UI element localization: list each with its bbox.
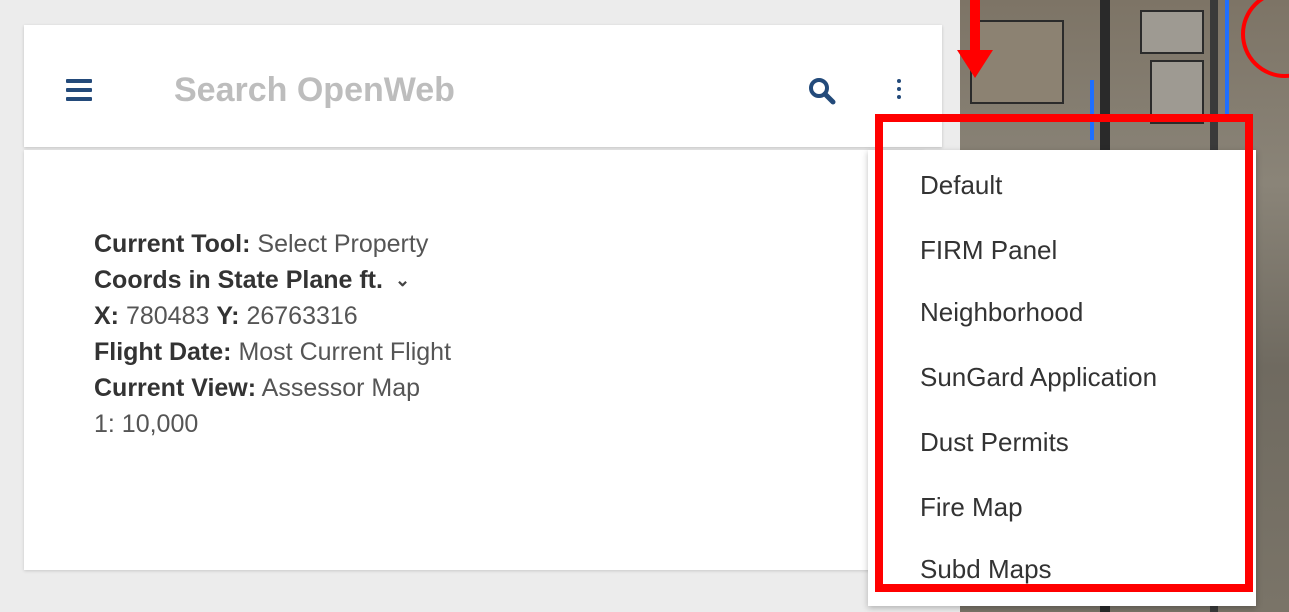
map-boundary: [1225, 0, 1229, 120]
flight-date-value: Most Current Flight: [238, 338, 452, 366]
xy-row: X: 780483 Y: 26763316: [94, 298, 451, 334]
search-input[interactable]: [172, 65, 776, 115]
coords-value: State Plane ft.: [217, 266, 383, 294]
current-view-label: Current View:: [94, 374, 257, 402]
search-icon[interactable]: [808, 77, 836, 105]
current-tool-row: Current Tool: Select Property: [94, 226, 451, 262]
coords-select[interactable]: State Plane ft. ⌄: [218, 266, 410, 294]
x-label: X:: [94, 302, 119, 330]
coords-label: Coords in: [94, 266, 211, 294]
search-bar: [24, 25, 942, 147]
scale-text: 1: 10,000: [94, 410, 199, 438]
y-label: Y:: [216, 302, 240, 330]
map-selection-outline: [1241, 0, 1289, 78]
chevron-down-icon[interactable]: ⌄: [395, 262, 410, 298]
current-view-value: Assessor Map: [261, 374, 421, 402]
info-panel: Current Tool: Select Property Coords in …: [24, 150, 924, 570]
y-value: 26763316: [246, 302, 358, 330]
flight-date-row: Flight Date: Most Current Flight: [94, 334, 451, 370]
info-text: Current Tool: Select Property Coords in …: [94, 226, 451, 442]
map-building: [1140, 10, 1204, 54]
annotation-arrow-head: [957, 50, 993, 78]
x-value: 780483: [125, 302, 210, 330]
more-options-icon[interactable]: [896, 79, 902, 103]
coords-row: Coords in State Plane ft. ⌄: [94, 262, 451, 298]
current-tool-label: Current Tool:: [94, 230, 251, 258]
current-tool-value: Select Property: [257, 230, 429, 258]
flight-date-label: Flight Date:: [94, 338, 232, 366]
highlight-box: [875, 114, 1253, 592]
annotation-arrow: [970, 0, 980, 55]
hamburger-menu-icon[interactable]: [66, 79, 92, 101]
current-view-row: Current View: Assessor Map: [94, 370, 451, 406]
